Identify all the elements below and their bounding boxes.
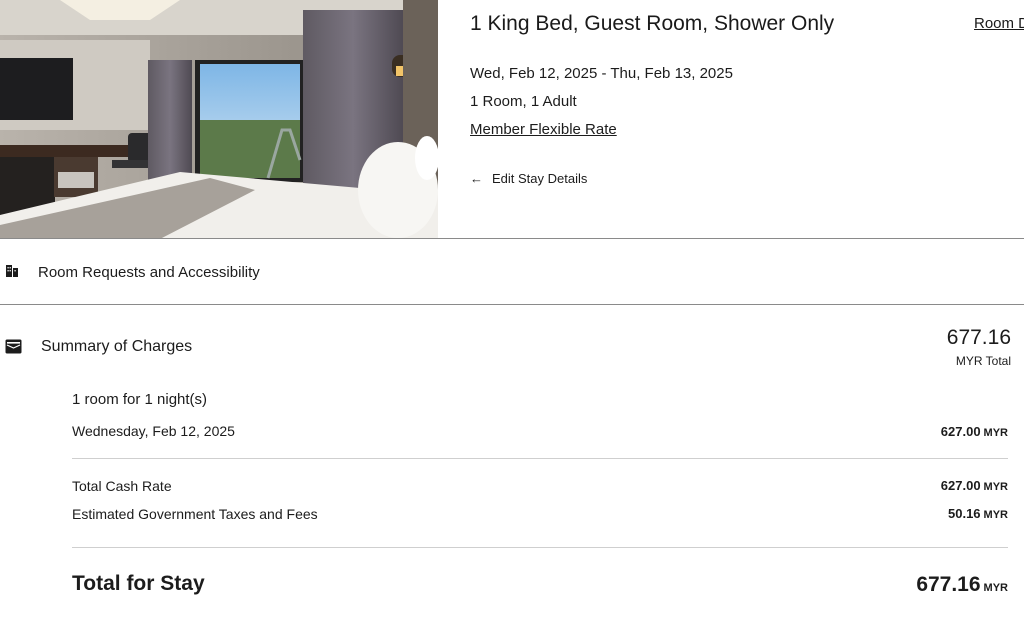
amount-value: 627.00 bbox=[940, 424, 981, 439]
rate-name-link[interactable]: Member Flexible Rate bbox=[470, 121, 617, 138]
line-item-label: Total Cash Rate bbox=[72, 478, 172, 494]
hotel-icon bbox=[5, 264, 19, 278]
nightly-rate-amount: 627.00 MYR bbox=[941, 424, 1008, 439]
currency: MYR bbox=[983, 427, 1008, 439]
line-item-amount: 627.00 MYR bbox=[941, 478, 1008, 493]
summary-total: 677.16 bbox=[946, 326, 1011, 349]
room-photo bbox=[0, 0, 438, 239]
total-for-stay-label: Total for Stay bbox=[72, 572, 205, 595]
line-item-amount: 50.16 MYR bbox=[948, 506, 1008, 521]
occupancy: 1 Room, 1 Adult bbox=[470, 93, 577, 110]
currency: MYR bbox=[983, 582, 1008, 594]
summary-total-unit: MYR Total bbox=[955, 354, 1011, 368]
divider bbox=[0, 304, 1024, 305]
summary-of-charges-label: Summary of Charges bbox=[41, 338, 193, 355]
stay-dates: Wed, Feb 12, 2025 - Thu, Feb 13, 2025 bbox=[470, 65, 733, 82]
amount-value: 677.16 bbox=[916, 573, 981, 596]
amount-value: 627.00 bbox=[940, 478, 981, 493]
room-details-link[interactable]: Room Details bbox=[974, 15, 1024, 32]
currency: MYR bbox=[983, 509, 1008, 521]
divider bbox=[72, 547, 1008, 548]
room-title: 1 King Bed, Guest Room, Shower Only bbox=[470, 12, 835, 35]
arrow-left-icon: ← bbox=[470, 171, 483, 186]
room-requests-label: Room Requests and Accessibility bbox=[38, 264, 260, 281]
edit-stay-details-button[interactable]: ← Edit Stay Details bbox=[470, 171, 587, 186]
divider bbox=[72, 458, 1008, 459]
room-nights-label: 1 room for 1 night(s) bbox=[72, 391, 208, 408]
currency: MYR bbox=[983, 481, 1008, 493]
amount-value: 50.16 bbox=[948, 506, 981, 521]
total-for-stay-amount: 677.16 MYR bbox=[916, 573, 1008, 597]
nightly-rate-date: Wednesday, Feb 12, 2025 bbox=[72, 423, 235, 439]
edit-stay-label: Edit Stay Details bbox=[492, 171, 588, 186]
line-item-label: Estimated Government Taxes and Fees bbox=[72, 506, 318, 522]
wallet-icon bbox=[5, 339, 22, 354]
